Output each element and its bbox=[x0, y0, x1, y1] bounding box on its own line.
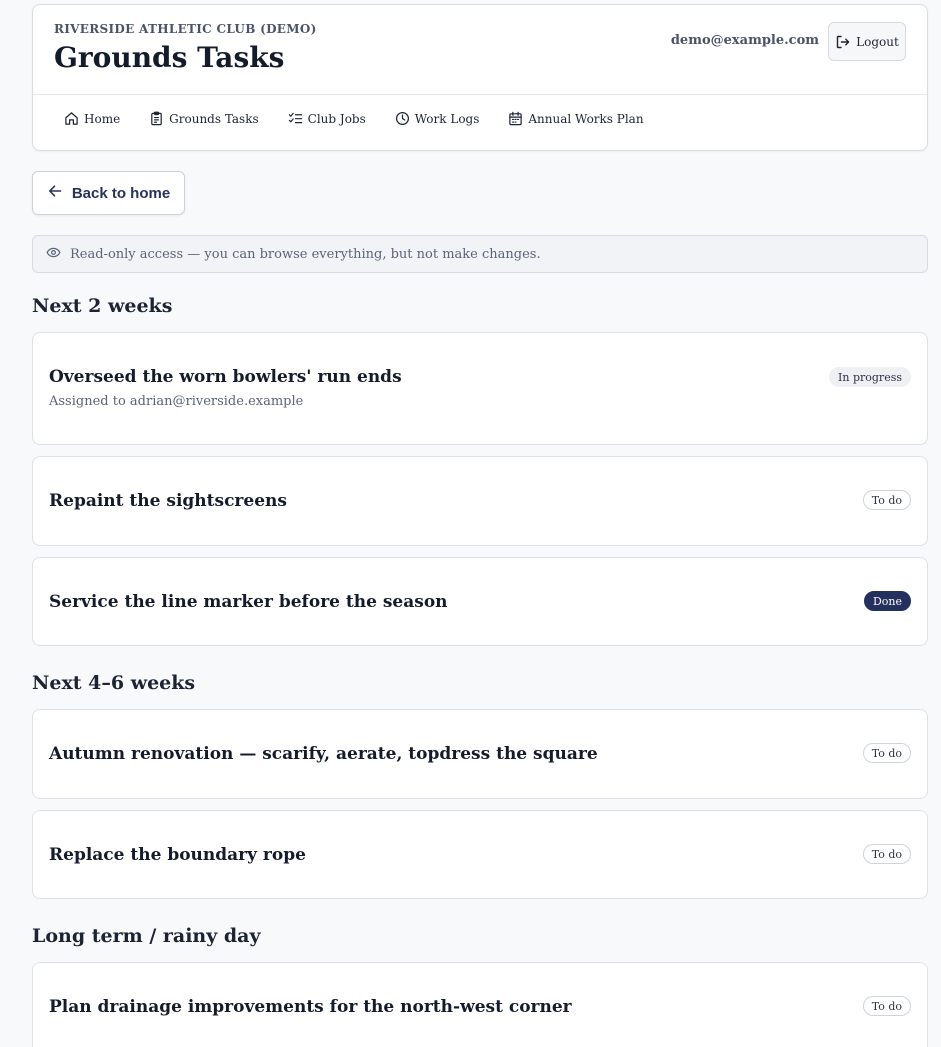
task-card[interactable]: Autumn renovation — scarify, aerate, top… bbox=[32, 709, 928, 799]
status-badge: To do bbox=[862, 996, 911, 1016]
checklist-icon bbox=[288, 111, 303, 126]
task-title: Plan drainage improvements for the north… bbox=[49, 997, 572, 1017]
nav-item-home[interactable]: Home bbox=[64, 111, 120, 126]
status-badge: To do bbox=[862, 490, 911, 510]
read-only-notice-text: Read-only access — you can browse everyt… bbox=[70, 246, 541, 262]
nav-item-work-logs[interactable]: Work Logs bbox=[395, 111, 480, 126]
status-badge: Done bbox=[863, 591, 911, 611]
task-card[interactable]: Overseed the worn bowlers' run ends Assi… bbox=[32, 332, 928, 445]
task-assignee: Assigned to adrian@riverside.example bbox=[49, 394, 304, 409]
logout-icon bbox=[835, 34, 851, 50]
nav-item-label: Annual Works Plan bbox=[528, 111, 644, 126]
header-divider bbox=[33, 94, 927, 95]
task-title: Overseed the worn bowlers' run ends bbox=[49, 367, 402, 387]
nav-item-annual-works-plan[interactable]: Annual Works Plan bbox=[508, 111, 644, 126]
clipboard-icon bbox=[149, 111, 164, 126]
user-email: demo@example.com bbox=[670, 33, 819, 48]
nav-item-label: Grounds Tasks bbox=[169, 111, 259, 126]
page-title: Grounds Tasks bbox=[54, 41, 285, 74]
logout-button[interactable]: Logout bbox=[828, 22, 906, 61]
read-only-notice: Read-only access — you can browse everyt… bbox=[32, 235, 928, 273]
logout-label: Logout bbox=[856, 34, 899, 49]
nav-item-label: Work Logs bbox=[414, 111, 480, 126]
status-badge: To do bbox=[862, 844, 911, 864]
status-badge: To do bbox=[862, 743, 911, 763]
task-title: Autumn renovation — scarify, aerate, top… bbox=[49, 744, 598, 764]
section-title: Next 4–6 weeks bbox=[32, 672, 196, 694]
task-title: Replace the boundary rope bbox=[49, 845, 306, 865]
club-name: RIVERSIDE ATHLETIC CLUB (DEMO) bbox=[54, 22, 317, 36]
task-card[interactable]: Replace the boundary rope To do bbox=[32, 810, 928, 899]
task-title: Service the line marker before the seaso… bbox=[49, 592, 448, 612]
back-to-home-button[interactable]: Back to home bbox=[32, 171, 185, 215]
nav-item-club-jobs[interactable]: Club Jobs bbox=[288, 111, 366, 126]
task-card[interactable]: Service the line marker before the seaso… bbox=[32, 557, 928, 646]
task-card[interactable]: Plan drainage improvements for the north… bbox=[32, 962, 928, 1047]
task-card[interactable]: Repaint the sightscreens To do bbox=[32, 456, 928, 546]
section-title: Long term / rainy day bbox=[32, 925, 261, 947]
clock-icon bbox=[395, 111, 410, 126]
back-to-home-label: Back to home bbox=[71, 184, 171, 202]
section-title: Next 2 weeks bbox=[32, 295, 173, 317]
eye-icon bbox=[46, 245, 61, 264]
nav-item-label: Club Jobs bbox=[307, 111, 366, 126]
page: RIVERSIDE ATHLETIC CLUB (DEMO) Grounds T… bbox=[0, 0, 941, 1047]
nav-item-grounds-tasks[interactable]: Grounds Tasks bbox=[149, 111, 259, 126]
task-title: Repaint the sightscreens bbox=[49, 491, 287, 511]
nav-item-label: Home bbox=[84, 111, 121, 126]
status-badge: In progress bbox=[829, 367, 911, 387]
header-card: RIVERSIDE ATHLETIC CLUB (DEMO) Grounds T… bbox=[32, 4, 928, 151]
calendar-icon bbox=[508, 111, 523, 126]
home-icon bbox=[64, 111, 79, 126]
arrow-left-icon bbox=[47, 183, 63, 203]
main-nav: Home Grounds Tasks Club Jobs Work Logs A… bbox=[64, 111, 644, 126]
